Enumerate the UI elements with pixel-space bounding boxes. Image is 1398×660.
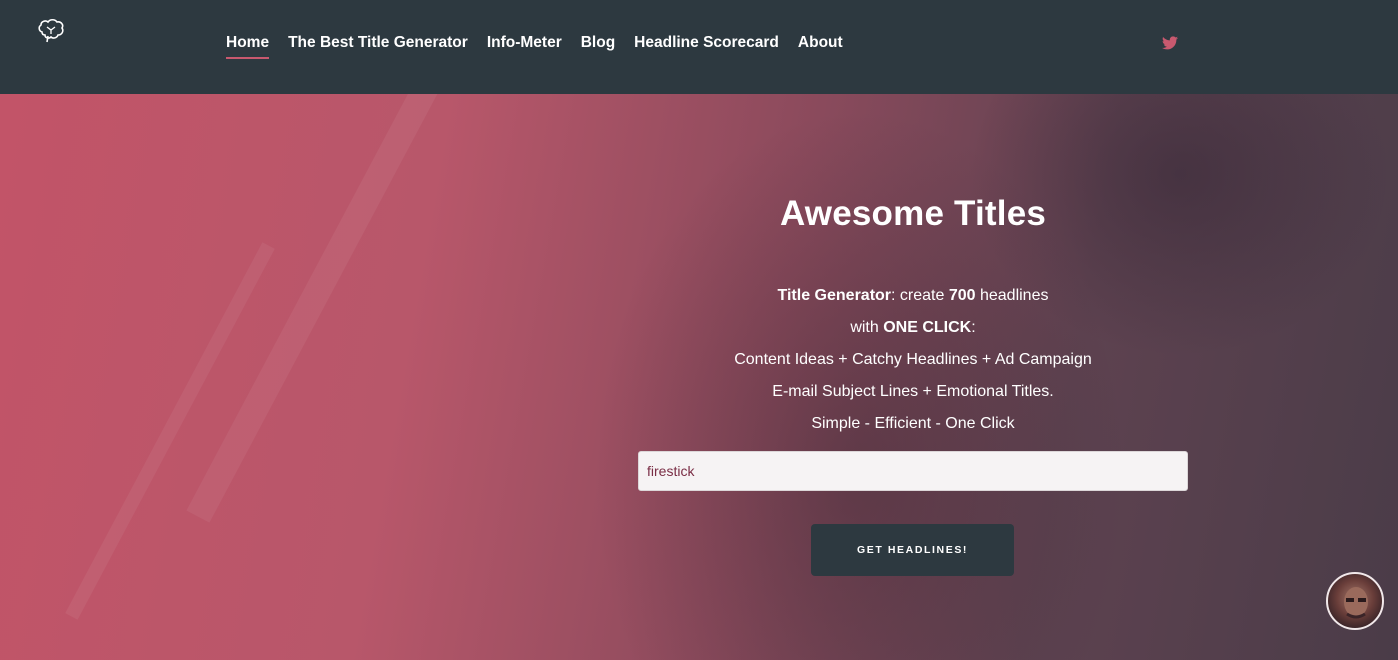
nav-blog[interactable]: Blog	[581, 34, 615, 59]
top-navbar: Home The Best Title Generator Info-Meter…	[0, 0, 1398, 94]
desc-line-3: Content Ideas + Catchy Headlines + Ad Ca…	[734, 351, 1092, 368]
avatar[interactable]	[1326, 572, 1384, 630]
nav-info-meter[interactable]: Info-Meter	[487, 34, 562, 59]
hero-title: Awesome Titles	[779, 194, 1047, 233]
hero-section: Awesome Titles Title Generator: create 7…	[0, 94, 1398, 660]
desc-line-4: E-mail Subject Lines + Emotional Titles.	[772, 383, 1054, 400]
keyword-input[interactable]	[638, 451, 1188, 491]
desc-line-1: Title Generator: create 700 headlines	[777, 287, 1049, 304]
nav-about[interactable]: About	[798, 34, 843, 59]
brain-icon[interactable]	[36, 18, 66, 46]
desc-line-2: with ONE CLICK:	[850, 319, 976, 336]
hero-description: Title Generator: create 700 headlines wi…	[638, 280, 1188, 440]
main-nav: Home The Best Title Generator Info-Meter…	[226, 34, 843, 59]
nav-home[interactable]: Home	[226, 34, 270, 59]
desc-line-5: Simple - Efficient - One Click	[811, 415, 1015, 432]
twitter-icon[interactable]	[1162, 36, 1178, 50]
nav-headline-scorecard[interactable]: Headline Scorecard	[634, 34, 779, 59]
get-headlines-button[interactable]: GET HEADLINES!	[811, 524, 1014, 576]
nav-best-title-generator[interactable]: The Best Title Generator	[288, 34, 468, 59]
